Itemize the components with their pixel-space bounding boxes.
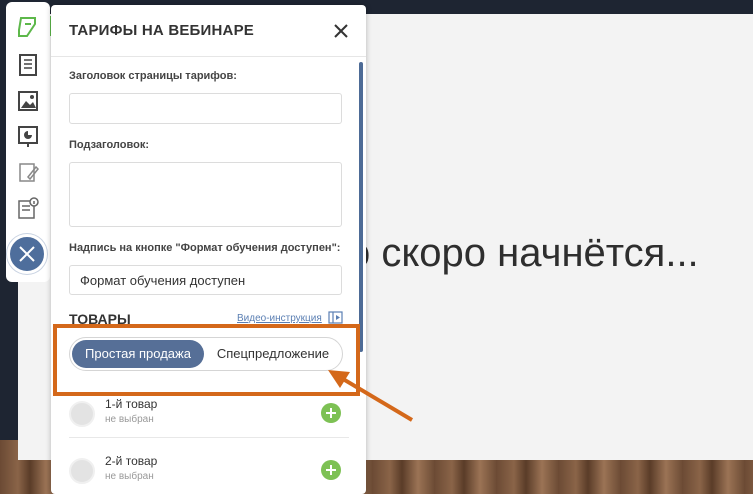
close-icon xyxy=(334,24,348,38)
product-name: 1-й товар xyxy=(105,397,158,411)
panel-header: ТАРИФЫ НА ВЕБИНАРЕ xyxy=(51,5,366,57)
annotation-highlight-box xyxy=(53,324,360,396)
presentation-icon[interactable] xyxy=(15,123,41,149)
notebook-icon[interactable] xyxy=(15,52,41,78)
add-product-button[interactable] xyxy=(321,460,341,480)
tariffs-panel: ТАРИФЫ НА ВЕБИНАРЕ Заголовок страницы та… xyxy=(51,5,366,494)
panel-title: ТАРИФЫ НА ВЕБИНАРЕ xyxy=(69,22,254,39)
video-instruction-link[interactable]: Видео-инструкция xyxy=(237,313,322,324)
page-title-input[interactable] xyxy=(69,93,342,124)
product-thumbnail-icon xyxy=(69,401,95,427)
product-status: не выбран xyxy=(105,471,154,482)
subtitle-textarea[interactable] xyxy=(69,162,342,227)
info-doc-icon[interactable] xyxy=(15,195,41,221)
close-icon xyxy=(19,246,35,262)
image-icon[interactable] xyxy=(15,88,41,114)
panel-scrollbar[interactable] xyxy=(359,62,363,352)
tariff-icon[interactable] xyxy=(15,14,41,40)
product-item[interactable]: 2-й товар не выбран xyxy=(51,444,366,494)
close-panel-button[interactable] xyxy=(7,234,47,274)
stage-headline: о скоро начнётся... xyxy=(348,231,699,275)
annotation-arrow-icon xyxy=(328,370,414,422)
button-text-label: Надпись на кнопке "Формат обучения досту… xyxy=(69,242,341,254)
video-icon[interactable] xyxy=(328,311,343,324)
product-thumbnail-icon xyxy=(69,458,95,484)
product-divider xyxy=(69,437,349,438)
page-title-label: Заголовок страницы тарифов: xyxy=(69,70,237,82)
subtitle-label: Подзаголовок: xyxy=(69,139,149,151)
product-name: 2-й товар xyxy=(105,454,158,468)
panel-close-button[interactable] xyxy=(331,21,351,41)
edit-page-icon[interactable] xyxy=(15,159,41,185)
product-status: не выбран xyxy=(105,414,154,425)
button-text-input[interactable] xyxy=(69,265,342,295)
